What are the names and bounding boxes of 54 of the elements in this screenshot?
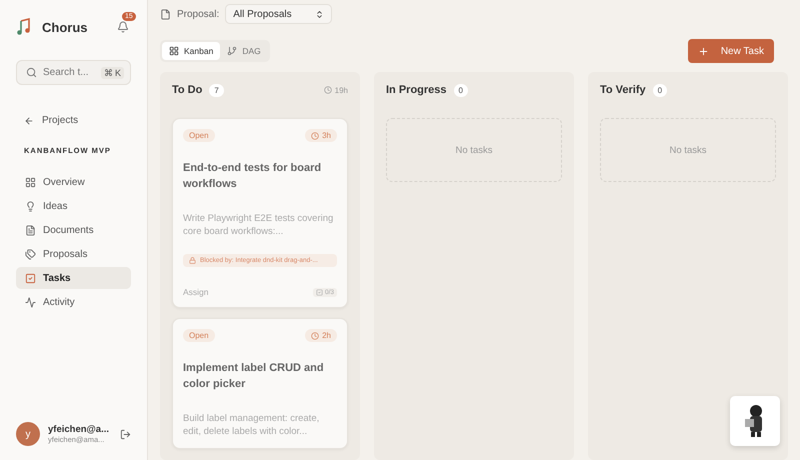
plus-icon bbox=[698, 46, 709, 56]
task-description: Build label management: create, edit, delete labels with color... bbox=[183, 412, 320, 438]
status-badge: Open bbox=[183, 329, 215, 342]
user-avatar: y bbox=[16, 422, 40, 446]
task-count: 0 bbox=[652, 84, 668, 96]
estimate-badge: 2h bbox=[305, 329, 337, 342]
grid-icon bbox=[169, 46, 179, 56]
nav-item[interactable]: Overview bbox=[16, 171, 131, 193]
status-badge: Open bbox=[183, 129, 215, 142]
proposal-select[interactable]: All Proposals bbox=[225, 4, 332, 24]
user-name: yfeichen@a... bbox=[48, 424, 110, 435]
task-card[interactable]: Open 2h Implement label CRUD and color picker Build label management: create, edit, delete labels with color... bbox=[172, 318, 348, 449]
nav-item[interactable]: Activity bbox=[16, 291, 131, 313]
filter-label: Proposal: bbox=[177, 8, 220, 20]
view-tab[interactable]: Kanban bbox=[162, 42, 220, 60]
column-title: To Verify bbox=[600, 84, 646, 96]
nav-item[interactable]: Ideas bbox=[16, 195, 131, 217]
column-title: To Do bbox=[172, 84, 202, 96]
back-arrow-icon bbox=[24, 116, 34, 126]
column-title: In Progress bbox=[386, 84, 447, 96]
view-tab[interactable]: DAG bbox=[220, 42, 268, 60]
document-icon bbox=[25, 224, 36, 236]
branch-icon bbox=[227, 46, 238, 56]
chevrons-icon bbox=[315, 10, 324, 18]
checkbox-icon bbox=[316, 288, 323, 296]
lightbulb-icon bbox=[25, 200, 36, 212]
task-title: Implement label CRUD and color picker bbox=[183, 361, 325, 392]
task-count: 7 bbox=[209, 84, 224, 96]
assistant-button[interactable] bbox=[730, 396, 780, 446]
checkbox-icon bbox=[25, 272, 36, 284]
nav-item[interactable]: Tasks bbox=[16, 267, 131, 289]
back-to-projects-link[interactable]: Projects bbox=[16, 115, 131, 126]
tag-icon bbox=[25, 248, 36, 260]
nav-item[interactable]: Documents bbox=[16, 219, 131, 241]
estimate-badge: 3h bbox=[305, 129, 337, 142]
logout-icon[interactable] bbox=[120, 428, 131, 440]
clock-icon bbox=[324, 86, 332, 94]
task-count: 0 bbox=[454, 84, 468, 96]
new-task-button[interactable]: New Task bbox=[688, 39, 774, 63]
app-name: Chorus bbox=[42, 20, 88, 34]
task-title: End-to-end tests for board workflows bbox=[183, 161, 322, 192]
activity-icon bbox=[25, 296, 36, 308]
clock-icon bbox=[311, 132, 320, 140]
task-description: Write Playwright E2E tests covering core board workflows:... bbox=[183, 212, 334, 238]
grid-icon bbox=[25, 176, 36, 188]
notification-bell-icon[interactable] bbox=[117, 21, 129, 33]
document-icon bbox=[160, 8, 171, 20]
shortcut-key: ⌘ K bbox=[100, 66, 124, 78]
nav-item[interactable]: Proposals bbox=[16, 243, 131, 265]
lock-icon bbox=[189, 257, 196, 264]
search-field[interactable]: Search t... ⌘ K bbox=[16, 60, 131, 85]
clock-icon bbox=[311, 332, 320, 340]
search-icon bbox=[26, 67, 37, 78]
column-duration: 19h bbox=[324, 86, 348, 94]
